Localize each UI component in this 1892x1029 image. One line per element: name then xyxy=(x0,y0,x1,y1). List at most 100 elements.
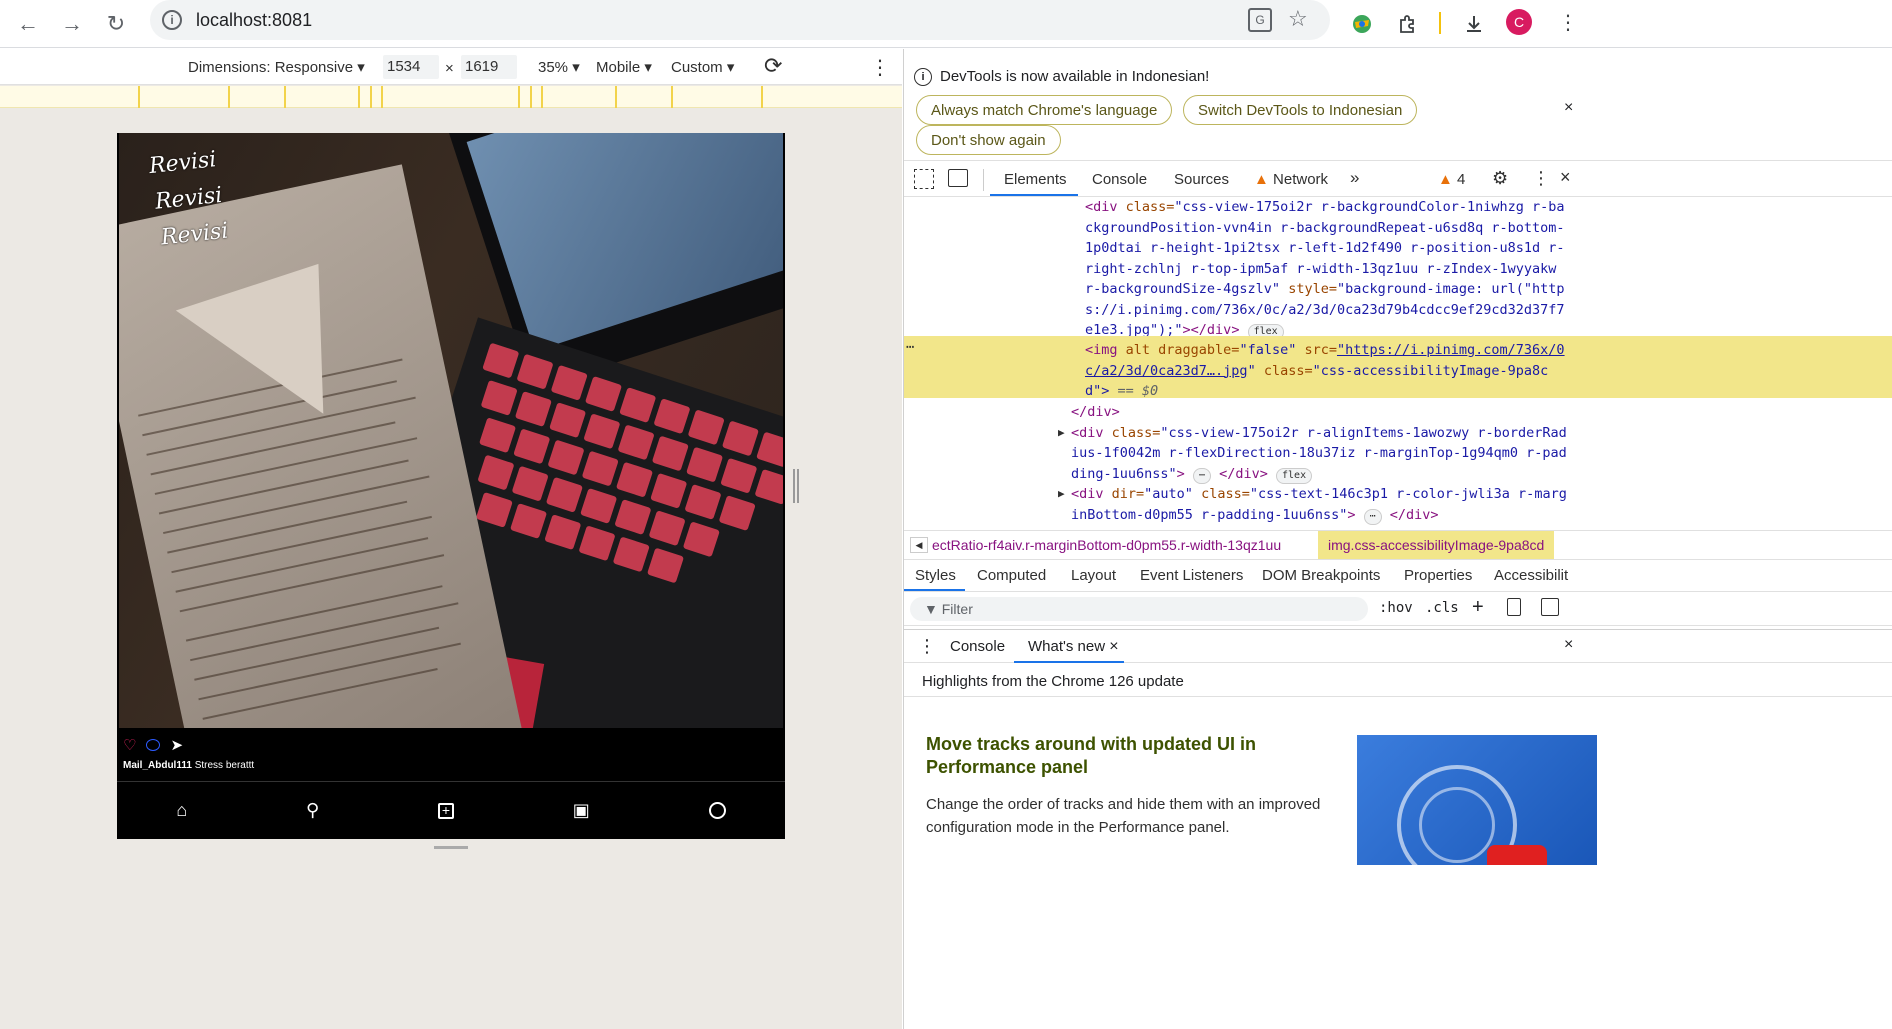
media-query-marker[interactable] xyxy=(530,86,532,108)
extensions-puzzle-icon[interactable] xyxy=(1392,8,1424,40)
media-query-marker[interactable] xyxy=(138,86,140,108)
media-query-marker[interactable] xyxy=(518,86,520,108)
settings-gear-icon[interactable]: ⚙ xyxy=(1492,168,1508,189)
dom-node-line[interactable]: </div> xyxy=(1071,402,1120,423)
add-post-icon[interactable]: + xyxy=(438,802,455,819)
dom-node-line[interactable]: right-zchlnj r-top-ipm5af r-width-13qz1u… xyxy=(1085,259,1556,280)
dom-node-line[interactable]: inBottom-d0pm55 r-padding-1uu6nss"> ⋯ </… xyxy=(1071,505,1439,526)
home-icon[interactable]: ⌂ xyxy=(176,800,187,821)
device-toggle-icon[interactable] xyxy=(948,169,968,187)
code-link[interactable]: c/a2/3d/0ca23d7….jpg xyxy=(1085,363,1248,379)
computed-styles-paint-icon[interactable] xyxy=(1507,598,1521,616)
inspect-element-icon[interactable] xyxy=(914,169,934,189)
media-query-marker[interactable] xyxy=(284,86,286,108)
whats-new-title[interactable]: Move tracks around with updated UI in Pe… xyxy=(926,733,1306,779)
dom-node-line[interactable]: <div dir="auto" class="css-text-146c3p1 … xyxy=(1071,484,1567,505)
post-username[interactable]: Mail_Abdul111 xyxy=(123,760,192,771)
expand-triangle-icon[interactable]: ▶ xyxy=(1058,484,1065,505)
rotate-icon[interactable]: ⟳ xyxy=(764,53,782,79)
download-icon[interactable] xyxy=(1458,8,1490,40)
breadcrumb-scroll-left-icon[interactable]: ◀ xyxy=(910,537,928,553)
reload-icon[interactable]: ↻ xyxy=(100,8,132,40)
devtools-menu-icon[interactable]: ⋮ xyxy=(1532,168,1550,189)
device-type-dropdown[interactable]: Mobile ▾ xyxy=(596,58,652,76)
media-query-marker[interactable] xyxy=(370,86,372,108)
switch-language-button[interactable]: Switch DevTools to Indonesian xyxy=(1183,95,1418,125)
tab-properties[interactable]: Properties xyxy=(1404,567,1472,584)
expand-triangle-icon[interactable]: ▶ xyxy=(1058,423,1065,444)
width-input[interactable]: 1534 xyxy=(383,55,439,79)
collapsed-ellipsis-badge[interactable]: ⋯ xyxy=(1363,508,1382,525)
forward-arrow-icon[interactable]: → xyxy=(56,8,88,40)
breadcrumb-item-selected[interactable]: img.css-accessibilityImage-9pa8cd xyxy=(1318,531,1555,559)
dom-node-line[interactable]: ckgroundPosition-vvn4in r-backgroundRepe… xyxy=(1085,218,1565,239)
whats-new-video-thumbnail[interactable] xyxy=(1357,735,1597,865)
breadcrumb-item[interactable]: ectRatio-rf4aiv.r-marginBottom-d0pm55.r-… xyxy=(932,537,1281,553)
tab-computed[interactable]: Computed xyxy=(977,567,1046,584)
tab-console[interactable]: Console xyxy=(1092,171,1147,188)
toggle-sidebar-icon[interactable] xyxy=(1541,598,1559,616)
close-drawer-icon[interactable]: × xyxy=(1564,636,1573,654)
translate-icon[interactable]: G xyxy=(1248,8,1272,32)
viewport-bottom-resize-handle[interactable] xyxy=(434,846,468,849)
media-query-bar[interactable] xyxy=(0,86,902,108)
close-tab-icon[interactable]: × xyxy=(1109,638,1118,655)
dom-node-line[interactable]: 1p0dtai r-height-1pi2tsx r-left-1d2f490 … xyxy=(1085,238,1565,259)
dom-node-line-selected[interactable]: <img alt draggable="false" src="https://… xyxy=(1085,340,1565,361)
styles-filter-input[interactable]: ▼ Filter xyxy=(910,597,1368,621)
tab-dom-breakpoints[interactable]: DOM Breakpoints xyxy=(1262,567,1380,584)
match-language-button[interactable]: Always match Chrome's language xyxy=(916,95,1173,125)
dom-node-line[interactable]: <div class="css-view-175oi2r r-backgroun… xyxy=(1085,197,1565,218)
media-query-marker[interactable] xyxy=(615,86,617,108)
site-info-icon[interactable]: i xyxy=(162,10,182,30)
tab-network[interactable]: ▲ Network xyxy=(1254,171,1328,188)
node-actions-ellipsis-icon[interactable]: ⋯ xyxy=(906,337,914,358)
dom-node-line-selected[interactable]: c/a2/3d/0ca23d7….jpg" class="css-accessi… xyxy=(1085,361,1548,382)
tab-sources[interactable]: Sources xyxy=(1174,171,1229,188)
close-devtools-icon[interactable]: × xyxy=(1560,167,1571,188)
media-query-marker[interactable] xyxy=(358,86,360,108)
device-toolbar-menu-icon[interactable]: ⋮ xyxy=(870,55,890,80)
profile-icon[interactable] xyxy=(708,802,726,819)
like-heart-icon[interactable]: ♡ xyxy=(123,736,136,754)
extension-globe-icon[interactable] xyxy=(1346,8,1378,40)
tab-elements[interactable]: Elements xyxy=(1004,171,1067,188)
drawer-menu-icon[interactable]: ⋮ xyxy=(918,636,936,657)
media-query-marker[interactable] xyxy=(541,86,543,108)
throttle-dropdown[interactable]: Custom ▾ xyxy=(671,58,734,76)
post-photo[interactable]: eme Revisi R xyxy=(119,133,783,728)
tab-accessibility[interactable]: Accessibilit xyxy=(1494,567,1568,584)
bookmark-star-icon[interactable]: ☆ xyxy=(1288,6,1308,32)
close-infobar-icon[interactable]: × xyxy=(1564,99,1573,117)
zoom-dropdown[interactable]: 35% ▾ xyxy=(538,58,580,76)
dom-node-line[interactable]: ding-1uu6nss"> ⋯ </div> flex xyxy=(1071,464,1313,485)
collapsed-ellipsis-badge[interactable]: ⋯ xyxy=(1192,467,1211,484)
share-paper-plane-icon[interactable]: ➤ xyxy=(170,736,183,754)
code-link[interactable]: "https://i.pinimg.com/736x/0 xyxy=(1337,342,1565,358)
dom-node-line-selected[interactable]: d"> == $0 xyxy=(1085,381,1158,402)
warnings-counter[interactable]: ▲ 4 xyxy=(1438,171,1465,188)
search-icon[interactable]: ⚲ xyxy=(306,800,319,821)
address-bar[interactable]: i localhost:8081 G ☆ xyxy=(150,0,1330,40)
media-query-marker[interactable] xyxy=(381,86,383,108)
back-arrow-icon[interactable]: ← xyxy=(12,8,44,40)
viewport-resize-handle[interactable] xyxy=(793,469,799,503)
tab-layout[interactable]: Layout xyxy=(1071,567,1116,584)
more-tabs-chevron-icon[interactable]: » xyxy=(1350,168,1359,188)
media-query-marker[interactable] xyxy=(671,86,673,108)
profile-avatar[interactable]: C xyxy=(1506,9,1532,35)
browser-menu-icon[interactable]: ⋮ xyxy=(1558,10,1578,35)
new-style-rule-icon[interactable]: + xyxy=(1472,596,1484,619)
media-query-marker[interactable] xyxy=(761,86,763,108)
youtube-play-icon[interactable] xyxy=(1487,845,1547,865)
dom-node-line[interactable]: s://i.pinimg.com/736x/0c/a2/3d/0ca23d79b… xyxy=(1085,300,1565,321)
dimensions-dropdown[interactable]: Dimensions: Responsive ▾ xyxy=(188,58,365,76)
hov-toggle[interactable]: :hov xyxy=(1379,600,1413,616)
reels-film-icon[interactable]: ▣ xyxy=(573,800,590,821)
comment-bubble-icon[interactable] xyxy=(146,739,161,751)
dont-show-again-button[interactable]: Don't show again xyxy=(916,125,1061,155)
dom-node-line[interactable]: r-backgroundSize-4gszlv" style="backgrou… xyxy=(1085,279,1565,300)
flex-badge[interactable]: flex xyxy=(1276,467,1313,484)
cls-toggle[interactable]: .cls xyxy=(1425,600,1459,616)
dom-node-line[interactable]: <div class="css-view-175oi2r r-alignItem… xyxy=(1071,423,1567,444)
